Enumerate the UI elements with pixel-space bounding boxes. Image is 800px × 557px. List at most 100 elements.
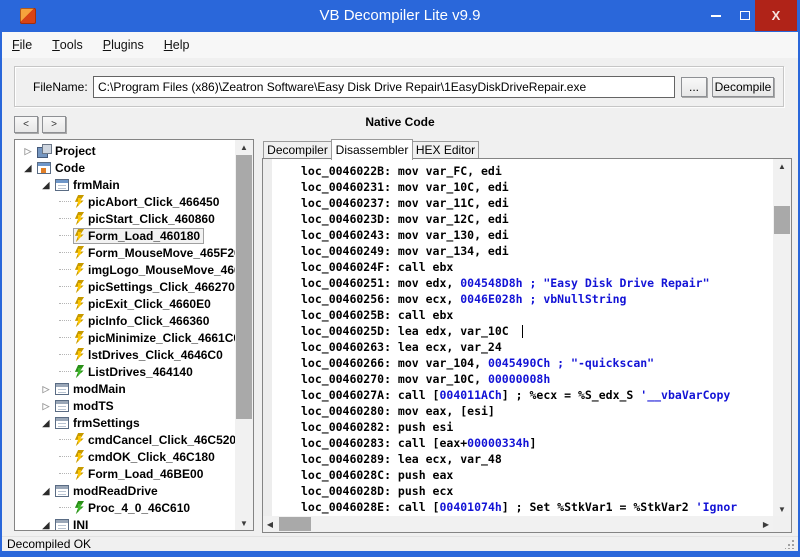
tree-item-cmdOK_Click_46C180[interactable]: cmdOK_Click_46C180 bbox=[15, 448, 235, 465]
tree-item-ListDrives_464140[interactable]: ListDrives_464140 bbox=[15, 363, 235, 380]
collapsed-icon[interactable]: ▷ bbox=[39, 382, 53, 396]
maximize-icon bbox=[740, 11, 750, 20]
browse-button[interactable]: ... bbox=[681, 77, 707, 97]
menu-item-help[interactable]: Help bbox=[154, 32, 200, 58]
code-vertical-scrollbar[interactable]: ▲ ▼ bbox=[773, 159, 791, 516]
asm-line: loc_0046028C: push eax bbox=[301, 467, 773, 483]
code-gutter bbox=[263, 159, 272, 516]
event-icon bbox=[75, 314, 84, 327]
scrollbar-thumb[interactable] bbox=[774, 206, 790, 234]
event-icon bbox=[75, 263, 84, 276]
event-icon bbox=[75, 348, 84, 361]
tab-disassembler[interactable]: Disassembler bbox=[331, 139, 413, 160]
tree-item-Form_MouseMove_465F20[interactable]: Form_MouseMove_465F20 bbox=[15, 244, 235, 261]
tree-item-label: Proc_4_0_46C610 bbox=[88, 501, 190, 515]
resize-grip-icon[interactable] bbox=[785, 539, 795, 549]
scroll-right-icon[interactable]: ▶ bbox=[759, 516, 773, 532]
tree-item-lstDrives_Click_4646C0[interactable]: lstDrives_Click_4646C0 bbox=[15, 346, 235, 363]
tree-item-modReadDrive[interactable]: ◢ modReadDrive bbox=[15, 482, 235, 499]
tree-item-cmdCancel_Click_46C520[interactable]: cmdCancel_Click_46C520 bbox=[15, 431, 235, 448]
tree-item-Project[interactable]: ▷Project bbox=[15, 142, 235, 159]
expanded-icon[interactable]: ◢ bbox=[39, 178, 53, 192]
tree-connector bbox=[59, 371, 71, 372]
tree-item-label: cmdOK_Click_46C180 bbox=[88, 450, 215, 464]
disassembler-panel[interactable]: loc_0046022B: mov var_FC, ediloc_0046023… bbox=[262, 158, 792, 533]
tree-item-Form_Load_46BE00[interactable]: Form_Load_46BE00 bbox=[15, 465, 235, 482]
tab-decompiler[interactable]: Decompiler bbox=[263, 141, 332, 159]
tree-item-label: picSettings_Click_466270 bbox=[88, 280, 235, 294]
code-lines[interactable]: loc_0046022B: mov var_FC, ediloc_0046023… bbox=[272, 163, 773, 516]
tree-item-imgLogo_MouseMove_466000[interactable]: imgLogo_MouseMove_466000 bbox=[15, 261, 235, 278]
window-body: FileName: ... Decompile < > Native Code … bbox=[2, 58, 798, 551]
scrollbar-thumb[interactable] bbox=[236, 155, 252, 419]
tree-item-label: picStart_Click_460860 bbox=[88, 212, 215, 226]
asm-line: loc_00460280: mov eax, [esi] bbox=[301, 403, 773, 419]
module-icon bbox=[55, 383, 69, 395]
tree-item-INI[interactable]: ◢INI bbox=[15, 516, 235, 531]
scroll-down-icon[interactable]: ▼ bbox=[773, 502, 791, 516]
tree-item-Code[interactable]: ◢Code bbox=[15, 159, 235, 176]
expanded-icon[interactable]: ◢ bbox=[21, 161, 35, 175]
tree-item-modTS[interactable]: ▷modTS bbox=[15, 397, 235, 414]
tree-item-picStart_Click_460860[interactable]: picStart_Click_460860 bbox=[15, 210, 235, 227]
minimize-button[interactable] bbox=[702, 0, 730, 31]
menu-item-plugins[interactable]: Plugins bbox=[93, 32, 154, 58]
module-icon bbox=[55, 485, 69, 497]
tree-item-modMain[interactable]: ▷modMain bbox=[15, 380, 235, 397]
menu-item-tools[interactable]: Tools bbox=[42, 32, 93, 58]
expanded-icon[interactable]: ◢ bbox=[39, 518, 53, 532]
tree-item-picMinimize_Click_4661C0[interactable]: picMinimize_Click_4661C0 bbox=[15, 329, 235, 346]
scrollbar-thumb[interactable] bbox=[279, 517, 311, 531]
app-window: VB Decompiler Lite v9.9 X FileToolsPlugi… bbox=[0, 0, 800, 557]
tree-item-label: imgLogo_MouseMove_466000 bbox=[88, 263, 254, 277]
event-icon bbox=[75, 467, 84, 480]
tree-connector bbox=[59, 320, 71, 321]
tree-item-label: modReadDrive bbox=[73, 484, 158, 498]
code-horizontal-scrollbar[interactable]: ◀ ▶ bbox=[263, 516, 773, 532]
asm-line: loc_00460283: call [eax+00000334h] bbox=[301, 435, 773, 451]
asm-line: loc_0046023D: mov var_12C, edi bbox=[301, 211, 773, 227]
asm-line: loc_00460282: push esi bbox=[301, 419, 773, 435]
event-icon bbox=[75, 229, 84, 242]
code-type-banner: Native Code bbox=[2, 115, 798, 129]
scroll-up-icon[interactable]: ▲ bbox=[235, 140, 253, 154]
tree-item-frmSettings[interactable]: ◢frmSettings bbox=[15, 414, 235, 431]
tree-item-label: picMinimize_Click_4661C0 bbox=[88, 331, 240, 345]
tree-item-picInfo_Click_466360[interactable]: picInfo_Click_466360 bbox=[15, 312, 235, 329]
scroll-down-icon[interactable]: ▼ bbox=[235, 516, 253, 530]
event-icon bbox=[75, 246, 84, 259]
asm-line: loc_00460289: lea ecx, var_48 bbox=[301, 451, 773, 467]
decompile-button[interactable]: Decompile bbox=[712, 77, 774, 97]
title-bar[interactable]: VB Decompiler Lite v9.9 X bbox=[0, 0, 800, 32]
tree-item-picAbort_Click_466450[interactable]: picAbort_Click_466450 bbox=[15, 193, 235, 210]
tree-connector bbox=[59, 337, 71, 338]
tree-connector bbox=[59, 507, 71, 508]
collapsed-icon[interactable]: ▷ bbox=[39, 399, 53, 413]
status-text: Decompiled OK bbox=[7, 537, 91, 551]
scroll-up-icon[interactable]: ▲ bbox=[773, 159, 791, 173]
menu-item-file[interactable]: File bbox=[2, 32, 42, 58]
tree-item-Form_Load_460180[interactable]: Form_Load_460180 bbox=[15, 227, 235, 244]
expanded-icon[interactable]: ◢ bbox=[39, 484, 53, 498]
tab-hex-editor[interactable]: HEX Editor bbox=[412, 141, 479, 159]
event-icon bbox=[75, 331, 84, 344]
tree-connector bbox=[59, 286, 71, 287]
tree-item-frmMain[interactable]: ◢frmMain bbox=[15, 176, 235, 193]
tree-item-Proc_4_0_46C610[interactable]: Proc_4_0_46C610 bbox=[15, 499, 235, 516]
module-icon bbox=[55, 400, 69, 412]
filename-input[interactable] bbox=[93, 76, 675, 98]
tree-item-picExit_Click_4660E0[interactable]: picExit_Click_4660E0 bbox=[15, 295, 235, 312]
procedure-tree-panel: ▷Project◢Code◢frmMainpicAbort_Click_4664… bbox=[14, 139, 254, 531]
module-icon bbox=[55, 519, 69, 531]
filename-groupbox: FileName: ... Decompile bbox=[14, 66, 784, 107]
tree-connector bbox=[59, 439, 71, 440]
close-button[interactable]: X bbox=[755, 0, 797, 31]
expanded-icon[interactable]: ◢ bbox=[39, 416, 53, 430]
event-icon bbox=[75, 195, 84, 208]
collapsed-icon[interactable]: ▷ bbox=[21, 144, 35, 158]
tree-item-picSettings_Click_466270[interactable]: picSettings_Click_466270 bbox=[15, 278, 235, 295]
tree-connector bbox=[59, 456, 71, 457]
tree-vertical-scrollbar[interactable]: ▲ ▼ bbox=[235, 140, 253, 530]
scroll-left-icon[interactable]: ◀ bbox=[263, 516, 277, 532]
asm-line: loc_00460251: mov edx, 004548D8h ; "Easy… bbox=[301, 275, 773, 291]
